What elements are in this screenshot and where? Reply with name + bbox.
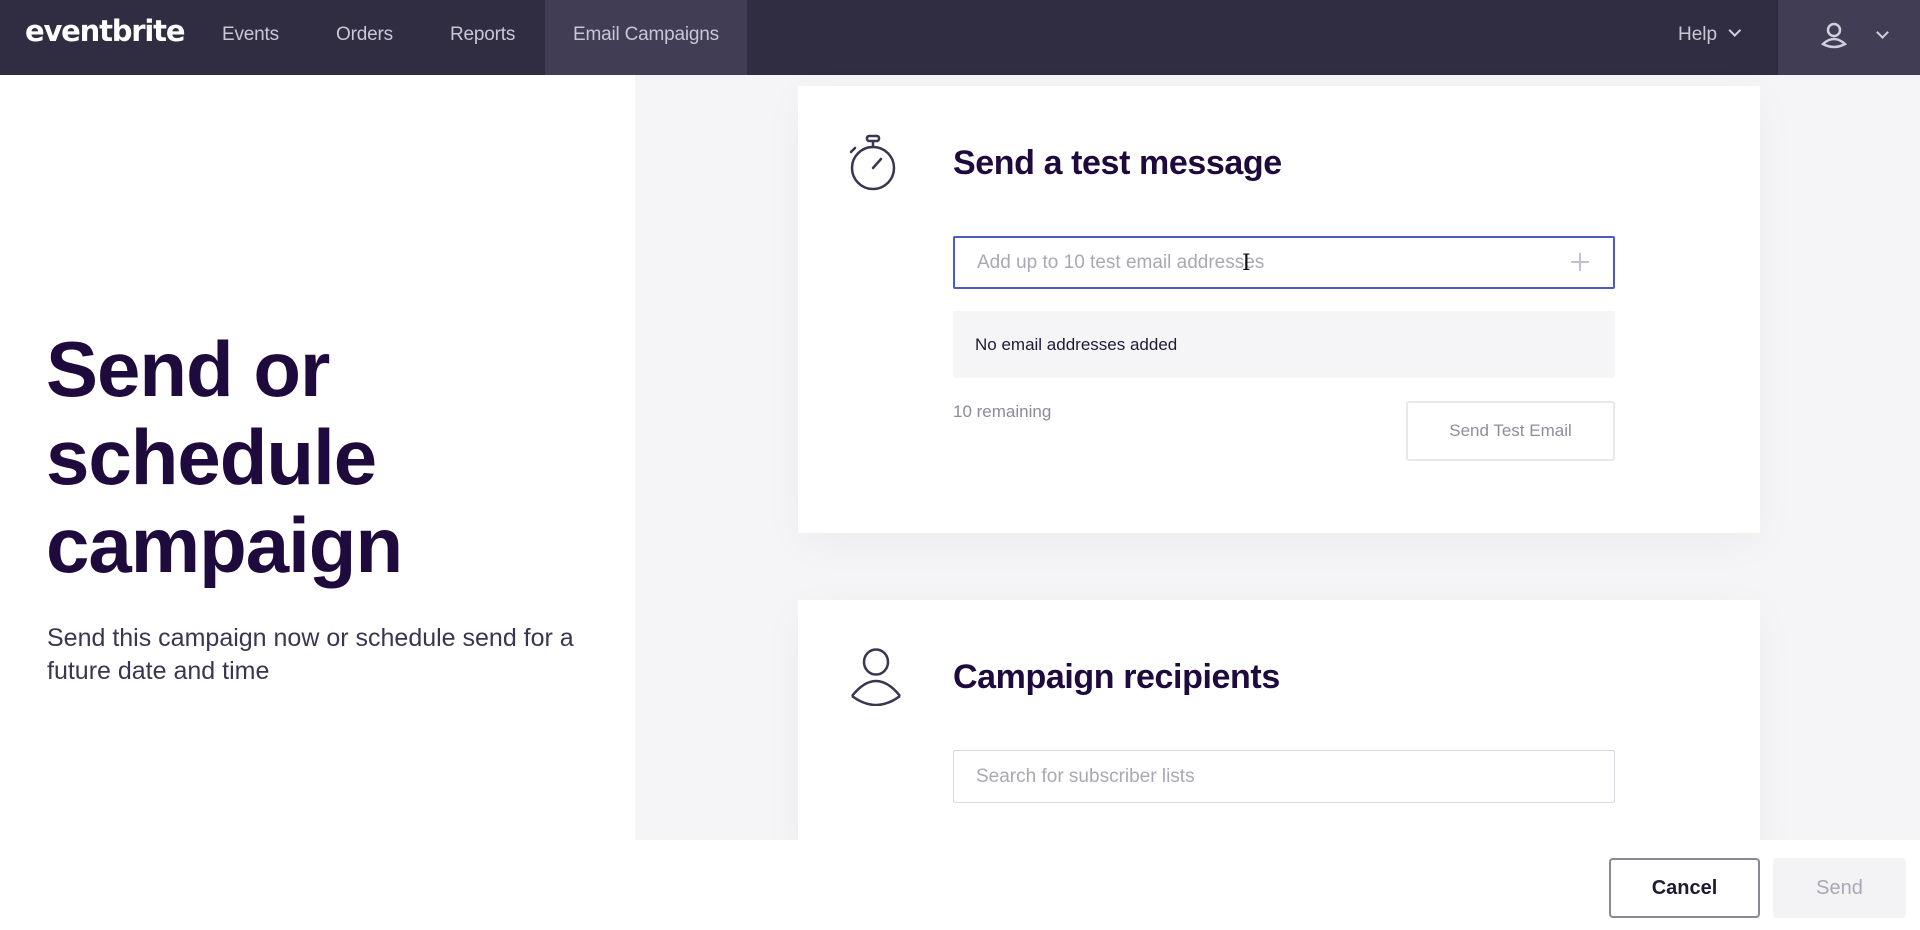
nav-item-orders[interactable]: Orders: [336, 0, 393, 75]
help-menu[interactable]: Help: [1678, 0, 1742, 75]
campaign-recipients-card: Campaign recipients: [798, 600, 1760, 860]
send-button[interactable]: Send: [1773, 858, 1906, 918]
nav-item-email-campaigns[interactable]: Email Campaigns: [545, 0, 747, 75]
page-subtitle: Send this campaign now or schedule send …: [47, 624, 574, 685]
user-icon: [1821, 22, 1847, 49]
page-title: Send or schedule campaign: [46, 325, 403, 589]
help-label: Help: [1678, 24, 1718, 45]
chevron-down-icon: [1876, 26, 1889, 39]
test-email-field[interactable]: I: [953, 236, 1615, 289]
nav-item-events[interactable]: Events: [222, 0, 279, 75]
action-bar: Cancel Send: [0, 840, 1920, 930]
test-message-title: Send a test message: [953, 144, 1282, 182]
eventbrite-logo[interactable]: eventbrite: [25, 14, 185, 48]
subscriber-list-search-field[interactable]: [953, 750, 1615, 803]
stopwatch-icon: [849, 134, 896, 191]
nav-item-reports[interactable]: Reports: [450, 0, 515, 75]
campaign-recipients-title: Campaign recipients: [953, 658, 1280, 696]
send-test-email-button[interactable]: Send Test Email: [1406, 401, 1615, 461]
subscriber-list-search-input[interactable]: [954, 751, 1614, 802]
email-list-empty-state: No email addresses added: [953, 311, 1615, 378]
plus-icon[interactable]: [1571, 253, 1589, 271]
person-icon: [851, 648, 901, 706]
chevron-down-icon: [1728, 24, 1742, 37]
test-email-input[interactable]: [955, 238, 1555, 287]
hero-panel: Send or schedule campaign Send this camp…: [0, 75, 635, 840]
text-cursor-icon: I: [1242, 251, 1251, 276]
cancel-button[interactable]: Cancel: [1609, 858, 1760, 918]
top-navigation: eventbrite Events Orders Reports Email C…: [0, 0, 1920, 75]
remaining-count: 10 remaining: [953, 402, 1052, 421]
test-message-card: Send a test message I No email addresses…: [798, 86, 1760, 533]
user-menu[interactable]: [1778, 0, 1920, 75]
